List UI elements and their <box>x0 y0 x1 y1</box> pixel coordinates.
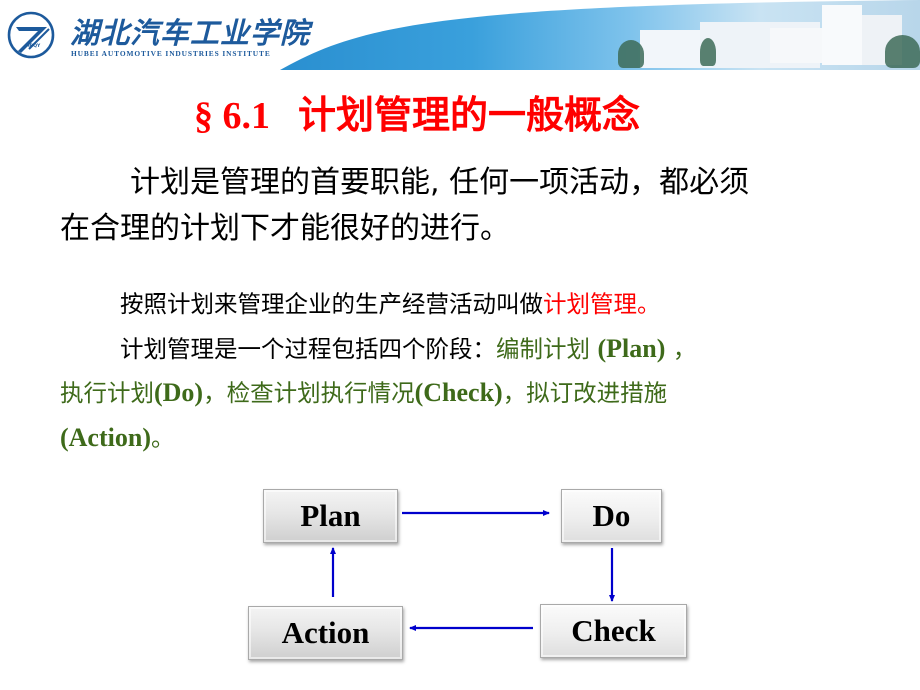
campus-building <box>822 5 862 65</box>
stage-check-en: (Check) <box>414 378 503 407</box>
tree <box>885 35 920 68</box>
stage-action-cn: ，拟订改进措施 <box>502 379 668 407</box>
stages-intro: 计划管理是一个过程包括四个阶段： <box>120 334 496 363</box>
intro-line-2: 在合理的计划下才能很好的进行。 <box>60 211 510 246</box>
stage-plan-cn: 编制计划 <box>496 334 598 363</box>
definition-text: 按照计划来管理企业的生产经营活动叫做 <box>120 290 543 318</box>
tree <box>618 40 644 68</box>
section-number: § 6.1 <box>194 95 270 137</box>
period: 。 <box>150 423 175 452</box>
intro-paragraph: 计划是管理的首要职能, 任何一项活动，都必须 在合理的计划下才能很好的进行。 <box>60 160 880 252</box>
stage-check-cn: ，检查计划执行情况 <box>203 379 415 407</box>
stage-do-en: (Do) <box>154 378 204 407</box>
pdca-node-action: Action <box>248 606 403 660</box>
stages-line-3: (Action)。 <box>60 416 860 461</box>
highlight-term: 计划管理。 <box>543 290 661 318</box>
intro-line-1: 计划是管理的首要职能, 任何一项活动，都必须 <box>130 165 750 200</box>
slide-title: § 6.1 计划管理的一般概念 <box>194 84 640 139</box>
pdca-node-do: Do <box>561 489 662 543</box>
school-name-cn: 湖北汽车工业学院 <box>70 16 311 50</box>
stage-do-cn: 执行计划 <box>60 379 154 407</box>
school-logo-icon: HBQY <box>7 11 55 59</box>
definition-paragraph: 按照计划来管理企业的生产经营活动叫做计划管理。 计划管理是一个过程包括四个阶段：… <box>60 282 860 460</box>
pdca-node-plan: Plan <box>263 489 398 543</box>
stages-line: 计划管理是一个过程包括四个阶段：编制计划 (Plan) ， <box>60 327 860 372</box>
school-name-en: HUBEI AUTOMOTIVE INDUSTRIES INSTITUTE <box>71 49 271 58</box>
campus-building <box>770 28 830 63</box>
header-banner: HBQY 湖北汽车工业学院 HUBEI AUTOMOTIVE INDUSTRIE… <box>0 0 920 70</box>
pdca-node-check: Check <box>540 604 687 658</box>
title-text: 计划管理的一般概念 <box>298 95 641 137</box>
tree <box>700 38 716 66</box>
stage-plan-en: (Plan) <box>597 333 666 363</box>
stage-action-en: (Action) <box>60 422 151 452</box>
logo-badge-text: HBQY <box>26 43 41 49</box>
definition-line: 按照计划来管理企业的生产经营活动叫做计划管理。 <box>60 282 860 327</box>
stages-line-2: 执行计划(Do)，检查计划执行情况(Check)，拟订改进措施 <box>60 371 860 416</box>
separator: ， <box>665 334 697 363</box>
